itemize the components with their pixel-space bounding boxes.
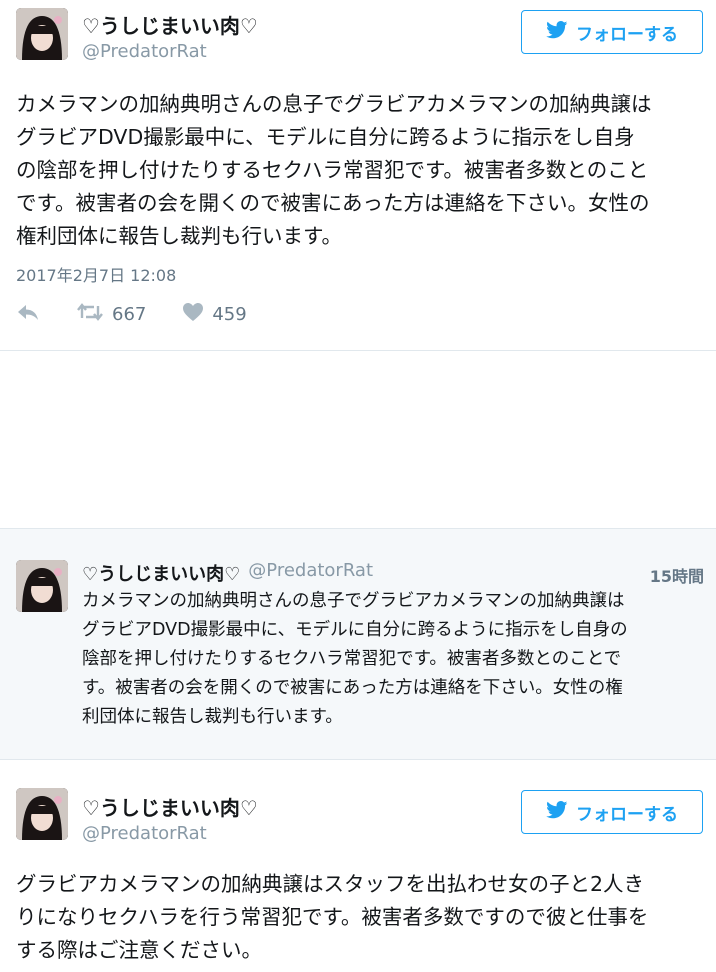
quoted-time[interactable]: 15時間 (632, 563, 704, 587)
heart-icon (182, 302, 204, 327)
display-name[interactable]: ♡うしじまいい肉♡ (82, 792, 258, 821)
follow-label: フォローする (576, 804, 678, 825)
avatar[interactable] (16, 788, 68, 840)
username[interactable]: @PredatorRat (248, 560, 373, 586)
display-name[interactable]: ♡うしじまいい肉♡ (82, 560, 240, 586)
tweet-timestamp[interactable]: 2017年2月7日 12:08 (16, 262, 176, 286)
avatar[interactable] (16, 8, 68, 60)
display-name[interactable]: ♡うしじまいい肉♡ (82, 10, 258, 39)
retweet-count: 667 (112, 304, 147, 325)
tweet-text: カメラマンの加納典明さんの息子でグラビアカメラマンの加納典譲は グラビアDVD撮… (16, 92, 652, 248)
twitter-bird-icon (546, 20, 568, 44)
follow-button[interactable]: フォローする (521, 790, 703, 834)
tweet-actions: 667 459 (16, 302, 283, 327)
divider (0, 350, 716, 351)
retweet-icon (76, 302, 104, 327)
follow-label: フォローする (576, 24, 678, 45)
username[interactable]: @PredatorRat (82, 41, 207, 62)
retweet-button[interactable]: 667 (76, 302, 146, 327)
avatar[interactable] (16, 560, 68, 612)
username[interactable]: @PredatorRat (82, 823, 207, 844)
tweet-text: グラビアカメラマンの加納典譲はスタッフを出払わせ女の子と2人き りになりセクハラ… (16, 872, 649, 962)
reply-button[interactable] (16, 302, 40, 327)
reply-icon (16, 302, 40, 327)
like-count: 459 (212, 304, 247, 325)
follow-button[interactable]: フォローする (521, 10, 703, 54)
quoted-text: カメラマンの加納典明さんの息子でグラビアカメラマンの加納典譲は グラビアDVD撮… (82, 591, 628, 727)
quoted-header: ♡うしじまいい肉♡ @PredatorRat (82, 560, 373, 586)
like-button[interactable]: 459 (182, 302, 247, 327)
twitter-bird-icon (546, 800, 568, 824)
